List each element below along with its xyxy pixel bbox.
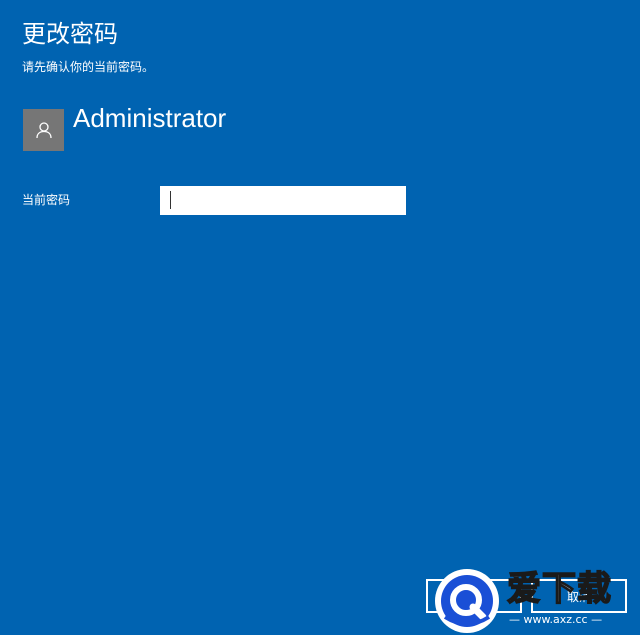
avatar (23, 109, 64, 151)
current-password-label: 当前密码 (22, 193, 71, 207)
current-password-field[interactable] (160, 186, 406, 215)
watermark-url: — www.axz.cc — (509, 613, 603, 626)
watermark: 爱下载 — www.axz.cc — (433, 565, 640, 635)
account-name: Administrator (73, 103, 227, 133)
page-title: 更改密码 (22, 20, 118, 48)
user-icon (35, 122, 52, 139)
watermark-logo (435, 569, 499, 633)
watermark-name: 爱下载 (506, 568, 612, 610)
text-caret (170, 191, 171, 209)
page-subtitle: 请先确认你的当前密码。 (22, 60, 155, 74)
